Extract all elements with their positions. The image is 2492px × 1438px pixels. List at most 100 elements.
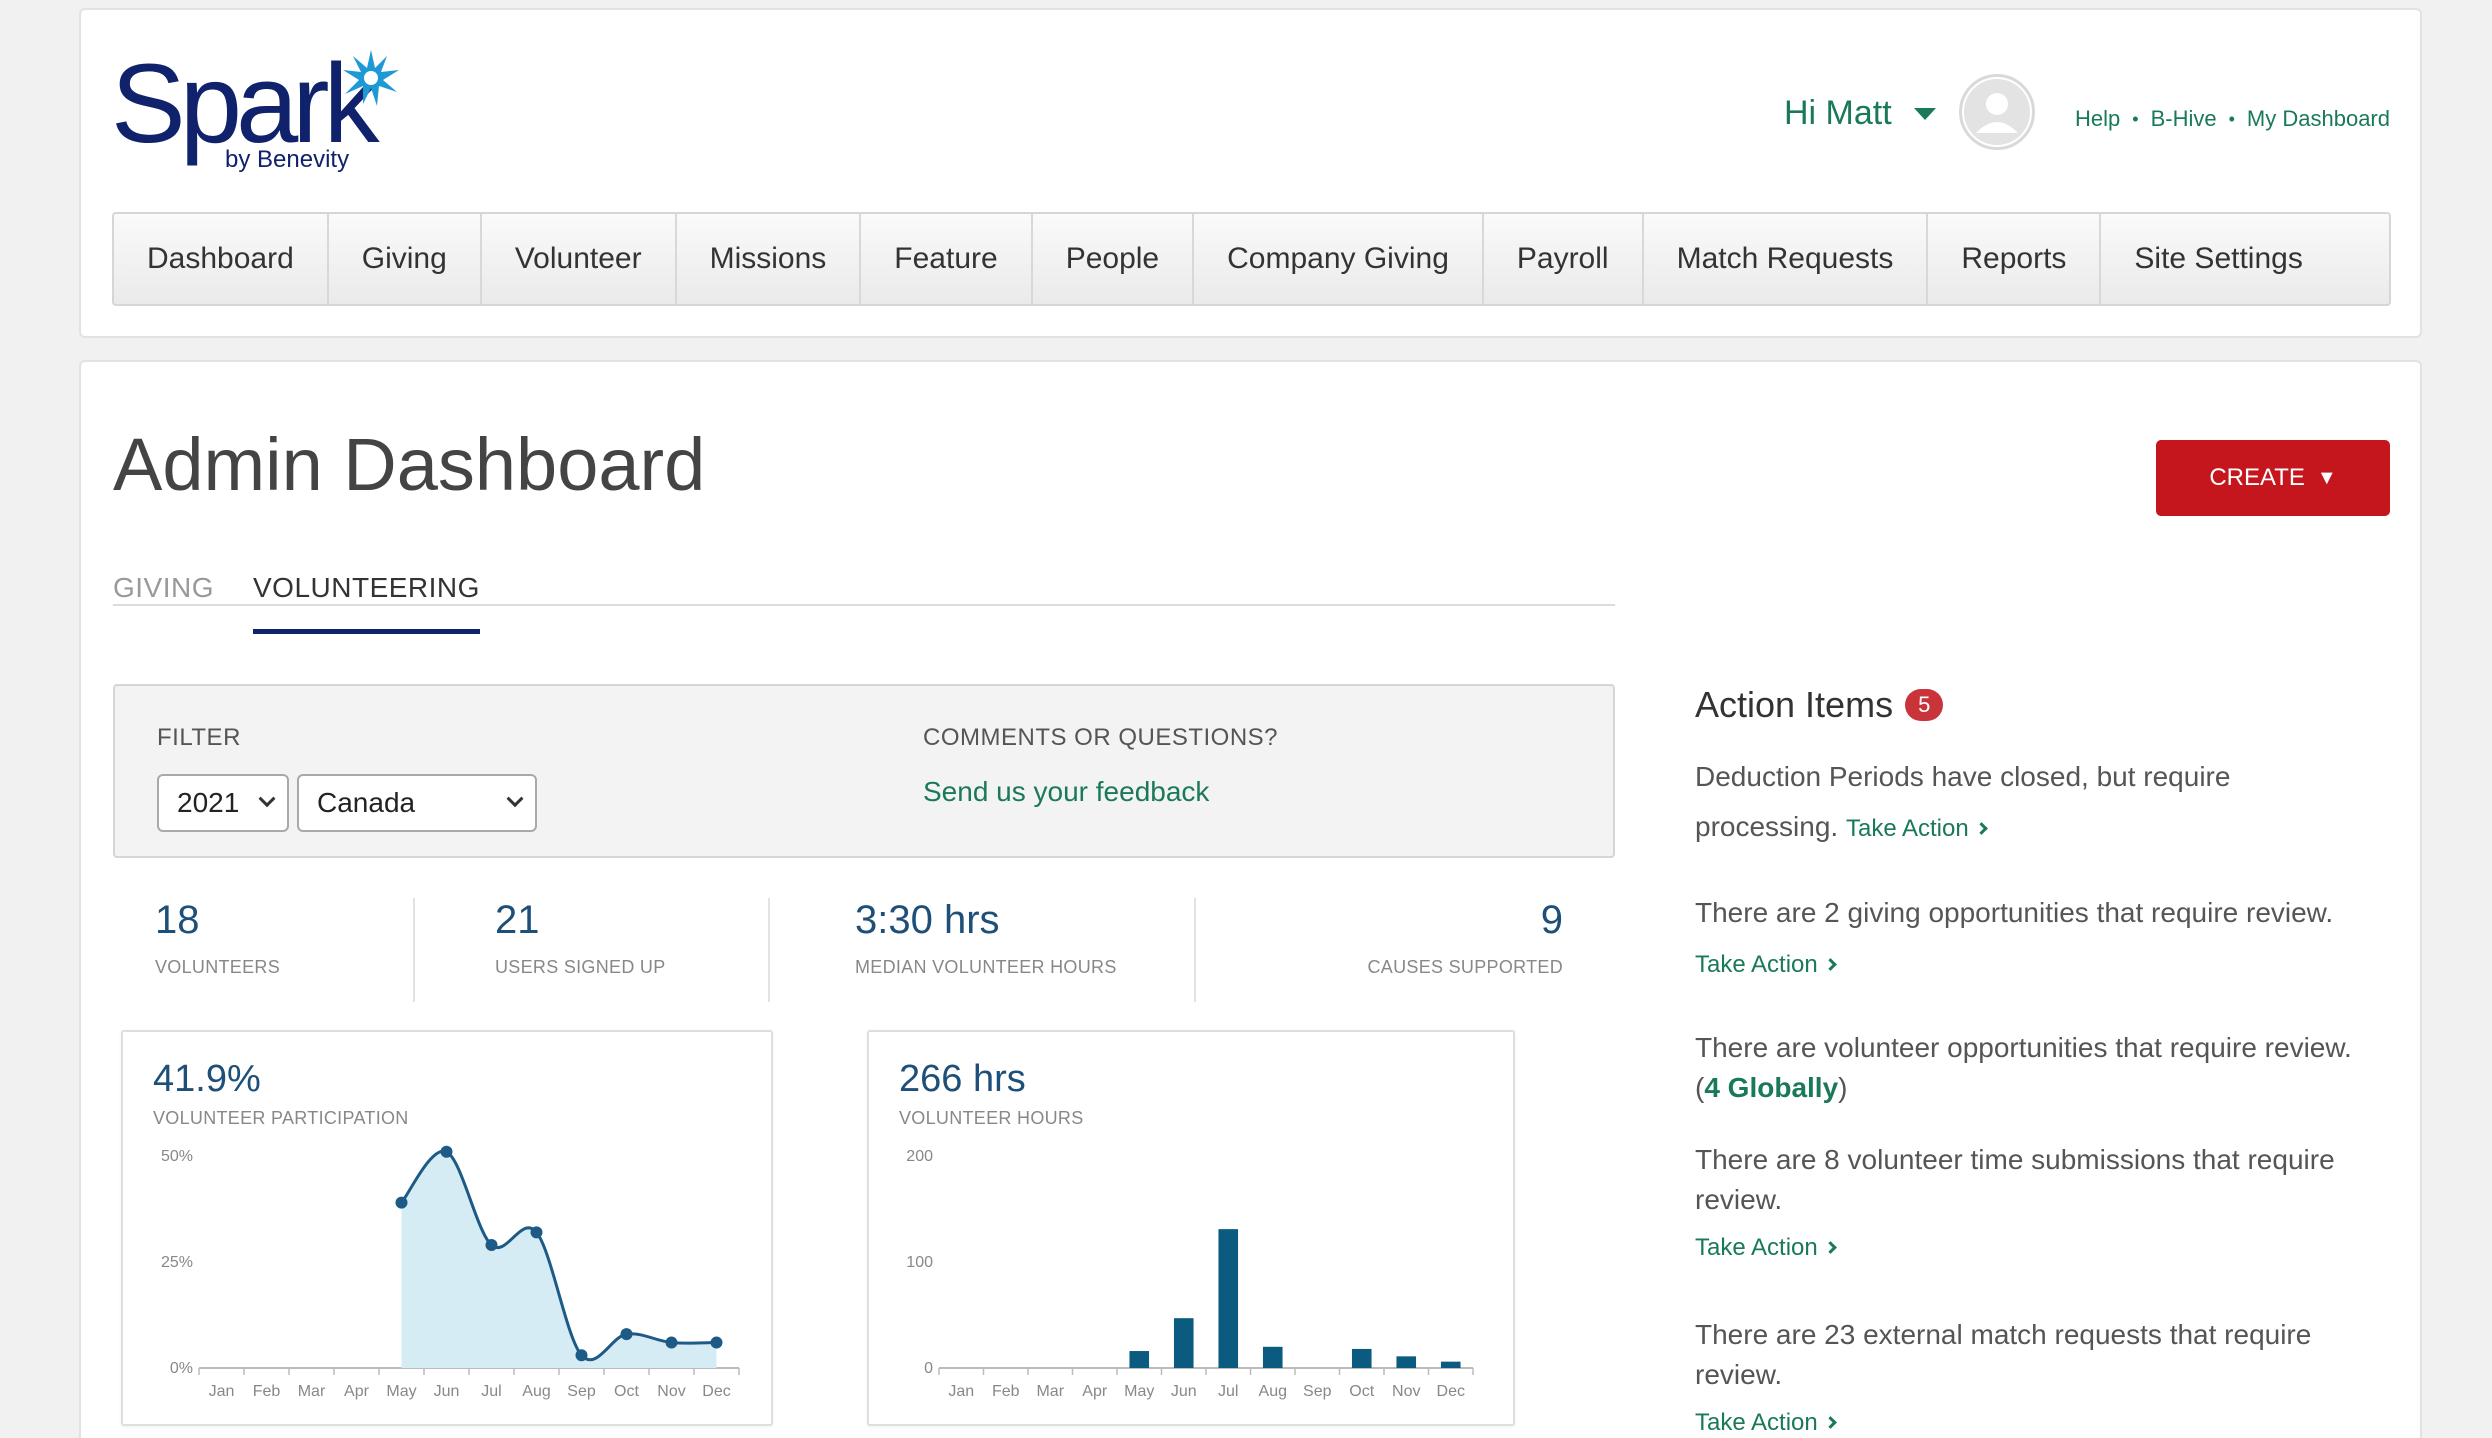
my-dashboard-link[interactable]: My Dashboard — [2247, 106, 2390, 132]
caret-down-icon — [1913, 107, 1936, 120]
nav-company-giving[interactable]: Company Giving — [1194, 214, 1484, 304]
hours-bar — [1262, 1346, 1283, 1368]
nav-people[interactable]: People — [1033, 214, 1195, 304]
nav-site-settings[interactable]: Site Settings — [2101, 214, 2335, 304]
x-tick-label: Jul — [1218, 1383, 1238, 1400]
x-tick-label: Jan — [948, 1383, 974, 1400]
stat-value: 3:30 hrs — [855, 898, 1000, 942]
chevron-right-icon — [1974, 822, 1988, 835]
globally-link[interactable]: 4 Globally — [1704, 1072, 1838, 1103]
stat-causes: 9 CAUSES SUPPORTED — [1313, 898, 1563, 1002]
x-tick-label: Mar — [298, 1383, 326, 1400]
take-action-link[interactable]: Take Action — [1695, 951, 1837, 978]
bhive-link[interactable]: B-Hive — [2151, 106, 2217, 132]
x-tick-label: Jun — [1171, 1383, 1197, 1400]
separator-dot: • — [2228, 108, 2235, 129]
nav-giving[interactable]: Giving — [329, 214, 482, 304]
create-label: CREATE — [2209, 464, 2305, 491]
action-items-count-badge: 5 — [1905, 689, 1944, 721]
action-item-match-requests: There are 23 external match requests tha… — [1695, 1315, 2375, 1438]
x-tick-label: Mar — [1036, 1383, 1064, 1400]
x-tick-label: Sep — [1303, 1383, 1332, 1400]
chevron-down-icon — [258, 790, 276, 808]
participation-point — [395, 1196, 408, 1209]
nav-reports[interactable]: Reports — [1928, 214, 2102, 304]
take-action-link[interactable]: Take Action — [1695, 1409, 1837, 1436]
stat-label: USERS SIGNED UP — [495, 957, 666, 977]
stat-users-signed-up: 21 USERS SIGNED UP — [495, 898, 666, 1002]
header-card: Spark by Benevity Hi Matt Help • B-Hive … — [79, 8, 2422, 338]
user-menu-toggle[interactable]: Hi Matt — [1784, 94, 1936, 133]
starburst-icon — [343, 50, 399, 106]
greeting-text: Hi Matt — [1784, 94, 1892, 132]
x-tick-label: Dec — [1437, 1383, 1465, 1400]
country-value: Canada — [317, 787, 416, 818]
hours-bar — [1440, 1361, 1461, 1368]
comments-label: COMMENTS OR QUESTIONS? — [923, 724, 1279, 751]
create-button[interactable]: CREATE ▼ — [2156, 440, 2390, 516]
participation-point — [710, 1336, 723, 1349]
filter-label: FILTER — [157, 724, 241, 751]
tab-giving[interactable]: GIVING — [113, 572, 214, 618]
x-tick-label: Feb — [253, 1383, 281, 1400]
action-item-text: There are 8 volunteer time submissions t… — [1695, 1144, 2335, 1215]
nav-payroll[interactable]: Payroll — [1484, 214, 1644, 304]
x-tick-label: Jul — [481, 1383, 501, 1400]
feedback-link[interactable]: Send us your feedback — [923, 776, 1209, 808]
nav-feature[interactable]: Feature — [861, 214, 1033, 304]
chevron-right-icon — [1823, 1416, 1837, 1429]
nav-dashboard[interactable]: Dashboard — [114, 214, 329, 304]
x-tick-label: Jan — [209, 1383, 235, 1400]
x-tick-label: Apr — [1082, 1383, 1108, 1400]
take-action-link[interactable]: Take Action — [1846, 815, 1988, 842]
participation-point — [665, 1336, 678, 1349]
action-item-text: There are 2 giving opportunities that re… — [1695, 897, 2334, 928]
x-tick-label: Sep — [567, 1383, 596, 1400]
tab-volunteering[interactable]: VOLUNTEERING — [253, 572, 480, 634]
take-action-link[interactable]: Take Action — [1695, 1234, 1837, 1261]
x-tick-label: Aug — [522, 1383, 550, 1400]
top-links: Help • B-Hive • My Dashboard — [2075, 106, 2390, 132]
take-action-label: Take Action — [1695, 1409, 1818, 1436]
take-action-label: Take Action — [1695, 1234, 1818, 1261]
year-select[interactable]: 2021 — [157, 774, 289, 832]
chevron-right-icon — [1823, 958, 1837, 971]
divider — [413, 898, 415, 1002]
help-link[interactable]: Help — [2075, 106, 2120, 132]
year-value: 2021 — [177, 787, 240, 818]
x-tick-label: May — [386, 1383, 416, 1400]
action-item-deduction: Deduction Periods have closed, but requi… — [1695, 752, 2375, 854]
nav-match-requests[interactable]: Match Requests — [1644, 214, 1929, 304]
hours-bar — [1351, 1348, 1372, 1368]
logo-wordmark: Spark — [111, 41, 380, 166]
x-tick-label: Dec — [702, 1383, 730, 1400]
spark-logo[interactable]: Spark by Benevity — [111, 48, 441, 188]
nav-missions[interactable]: Missions — [677, 214, 862, 304]
x-tick-label: Nov — [657, 1383, 685, 1400]
y-tick-label: 0% — [170, 1360, 193, 1377]
separator-dot: • — [2132, 108, 2139, 129]
user-silhouette-icon — [1964, 79, 2030, 145]
chevron-down-icon — [506, 790, 524, 808]
x-tick-label: May — [1124, 1383, 1154, 1400]
stat-median-hours: 3:30 hrs MEDIAN VOLUNTEER HOURS — [855, 898, 1117, 1002]
action-item-text-end: ) — [1838, 1072, 1848, 1103]
nav-volunteer[interactable]: Volunteer — [482, 214, 677, 304]
y-tick-label: 200 — [906, 1148, 933, 1165]
y-tick-label: 0 — [924, 1360, 933, 1377]
stat-label: VOLUNTEERS — [155, 957, 281, 977]
participation-point — [620, 1328, 633, 1341]
y-tick-label: 100 — [906, 1254, 933, 1271]
x-tick-label: Apr — [344, 1383, 370, 1400]
hours-bar — [1396, 1356, 1417, 1368]
country-select[interactable]: Canada — [297, 774, 537, 832]
take-action-label: Take Action — [1695, 951, 1818, 978]
x-tick-label: Jun — [434, 1383, 460, 1400]
participation-point — [485, 1239, 498, 1252]
x-tick-label: Feb — [992, 1383, 1020, 1400]
avatar[interactable] — [1959, 74, 2035, 150]
triangle-down-icon: ▼ — [2316, 466, 2337, 489]
x-tick-label: Aug — [1259, 1383, 1287, 1400]
participation-chart: 0% 25% 50% Jan Feb Mar Apr May Jun Jul Aug Sep Oct No… — [161, 1145, 740, 1400]
hours-bar — [1173, 1318, 1194, 1368]
